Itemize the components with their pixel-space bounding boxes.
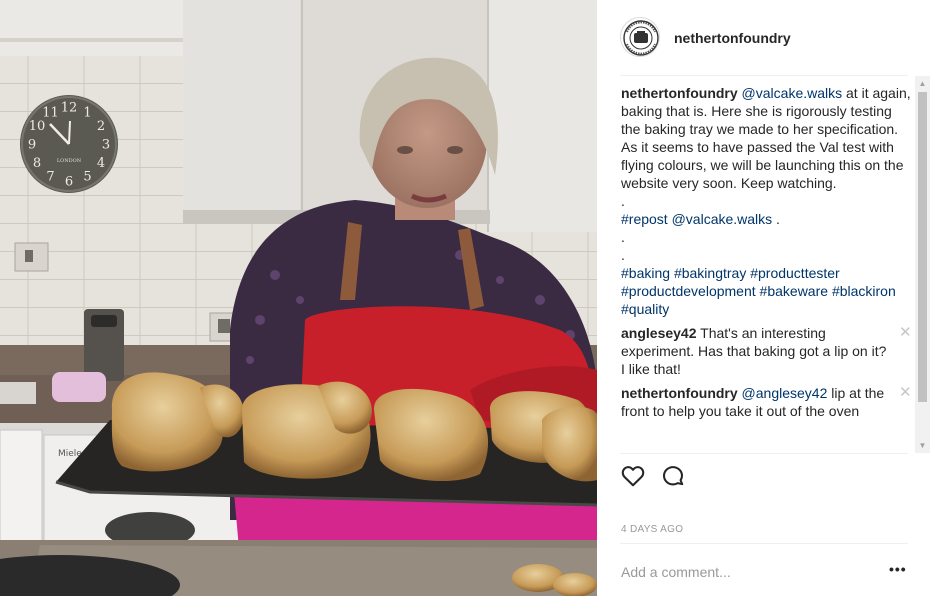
hashtag-link[interactable]: #producttester	[750, 265, 840, 281]
caption-dot-line: .	[621, 229, 625, 245]
close-icon[interactable]: ✕	[899, 384, 911, 402]
hashtag-link[interactable]: #bakeware	[760, 283, 829, 299]
clock-numeral: 12	[61, 101, 78, 116]
clock-numeral: 4	[97, 156, 105, 171]
repost-tail-text: .	[772, 211, 780, 227]
clock-numeral: 10	[29, 119, 46, 134]
post-header: nethertonfoundry	[597, 0, 930, 76]
caption-mention-link[interactable]: @valcake.walks	[742, 85, 843, 101]
clock-numeral: 1	[83, 106, 91, 121]
repost-mention-link[interactable]: @valcake.walks	[672, 211, 773, 227]
scroll-down-icon[interactable]: ▼	[915, 438, 930, 453]
comment-bubble-icon	[662, 466, 684, 486]
post-sidebar: nethertonfoundry nethertonfoundry @valca…	[597, 0, 930, 596]
clock-numeral: 7	[46, 170, 54, 185]
heart-icon	[621, 466, 645, 487]
post-timestamp[interactable]: 4 DAYS AGO	[621, 524, 683, 535]
list-item: anglesey42 That's an interesting experim…	[621, 324, 911, 378]
clock-numeral: 2	[97, 119, 105, 134]
clock-numeral: 3	[102, 138, 110, 153]
header-username-link[interactable]: nethertonfoundry	[674, 30, 791, 46]
caption-dot-line: .	[621, 193, 625, 209]
header-divider	[620, 75, 908, 76]
clock-numeral: 8	[33, 156, 41, 171]
close-icon[interactable]: ✕	[899, 324, 911, 342]
comment-box-divider	[620, 543, 908, 544]
hashtag-repost[interactable]: #repost	[621, 211, 668, 227]
comment-list: nethertonfoundry @valcake.walks at it ag…	[621, 84, 911, 452]
like-button[interactable]	[620, 463, 646, 489]
caption: nethertonfoundry @valcake.walks at it ag…	[621, 84, 911, 318]
clock-numeral: 9	[28, 138, 36, 153]
post-video[interactable]: 12 1 2 3 4 5 6 7 8 9 10 11 LONDON Miele	[0, 0, 597, 596]
hashtag-list: #baking #bakingtray #producttester #prod…	[621, 264, 911, 318]
comment-username-link[interactable]: anglesey42	[621, 325, 697, 341]
hashtag-link[interactable]: #baking	[621, 265, 670, 281]
comment-mention-link[interactable]: @anglesey42	[742, 385, 828, 401]
hashtag-link[interactable]: #bakingtray	[674, 265, 746, 281]
caption-username-link[interactable]: nethertonfoundry	[621, 85, 738, 101]
comment-button[interactable]	[660, 463, 686, 489]
hashtag-link[interactable]: #productdevelopment	[621, 283, 756, 299]
list-item: nethertonfoundry @anglesey42 lip at the …	[621, 384, 911, 420]
comment-scrollbar[interactable]: ▲ ▼	[915, 76, 930, 453]
scrollbar-thumb[interactable]	[918, 92, 927, 402]
actions-divider	[620, 453, 908, 454]
clock-numeral: 5	[83, 170, 91, 185]
kitchen-scene-image: 12 1234567891011 LONDON Miele	[0, 0, 597, 596]
svg-text:LONDON: LONDON	[57, 158, 82, 164]
caption-dot-line: .	[621, 247, 625, 263]
add-comment-input[interactable]	[621, 562, 871, 582]
hashtag-link[interactable]: #quality	[621, 301, 669, 317]
avatar[interactable]	[620, 17, 660, 57]
comment-username-link[interactable]: nethertonfoundry	[621, 385, 738, 401]
more-options-button[interactable]: •••	[889, 562, 909, 580]
clock-numeral: 6	[65, 175, 73, 190]
hashtag-link[interactable]: #blackiron	[832, 283, 896, 299]
scroll-up-icon[interactable]: ▲	[915, 76, 930, 91]
foundry-logo-icon	[623, 20, 659, 56]
clock-numeral: 11	[42, 106, 59, 121]
